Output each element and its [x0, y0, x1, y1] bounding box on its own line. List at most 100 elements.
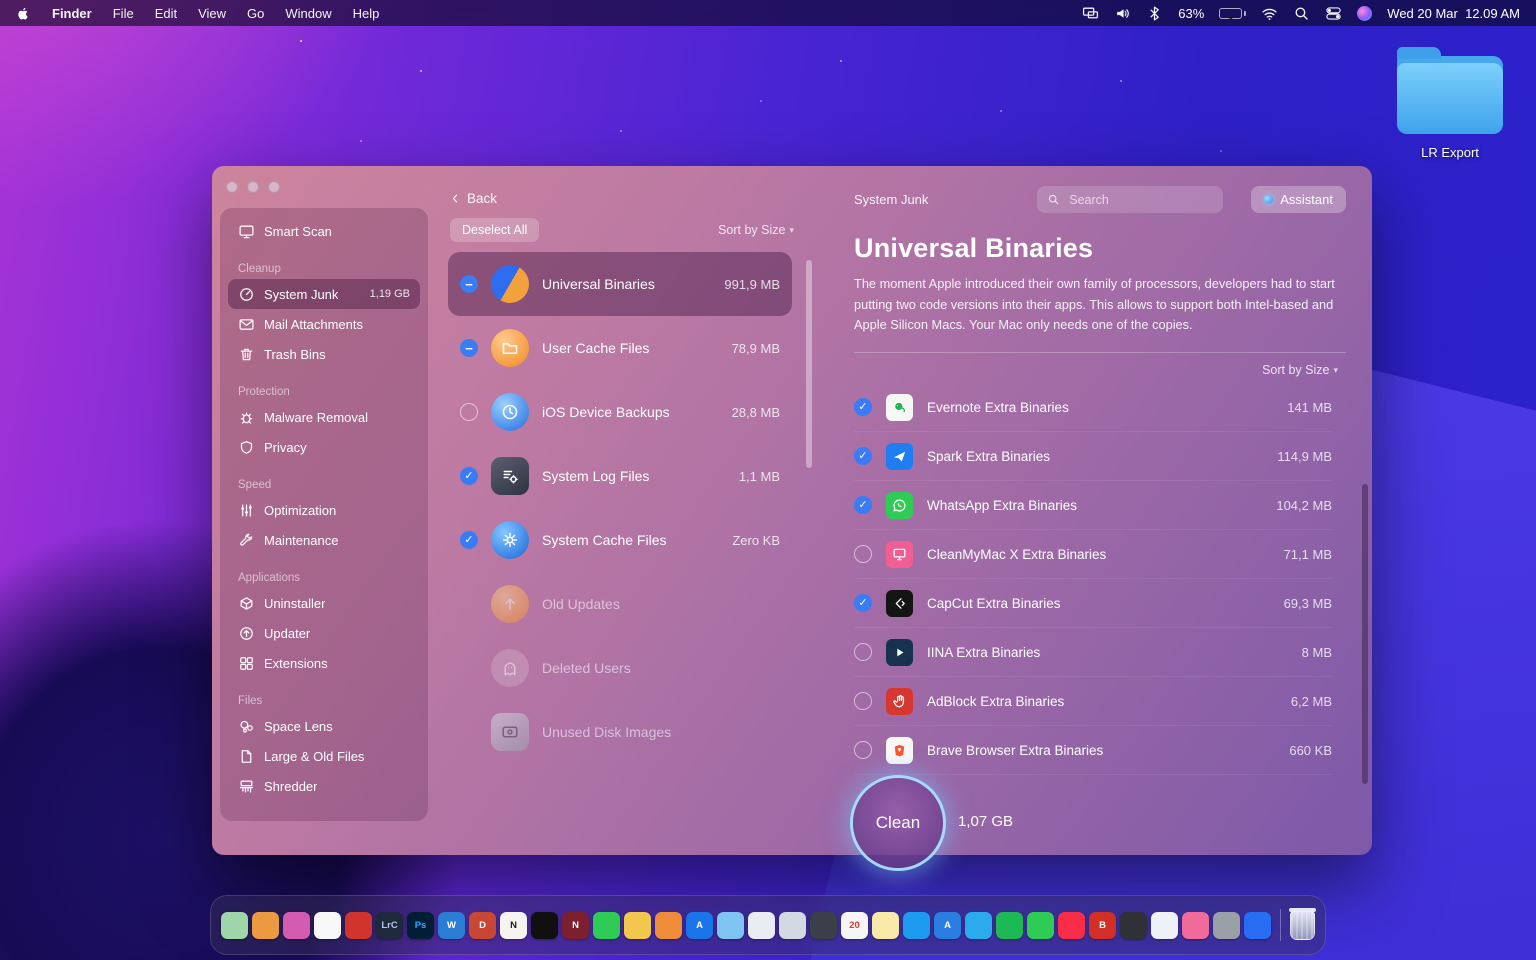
sidebar-item[interactable]: Trash Bins — [228, 339, 420, 369]
cleanup-category-row[interactable]: Deleted Users — [448, 636, 792, 700]
dock-icon-screen-app[interactable] — [221, 912, 248, 939]
binary-checkbox[interactable] — [854, 594, 872, 612]
desktop-folder-lr-export[interactable]: LR Export — [1388, 56, 1512, 160]
dock-icon-word[interactable]: W — [438, 912, 465, 939]
deselect-all-button[interactable]: Deselect All — [450, 218, 539, 242]
binary-row[interactable]: Evernote Extra Binaries 141 MB — [854, 383, 1332, 432]
dock-icon-bluetooth-app[interactable] — [1244, 912, 1271, 939]
binary-checkbox[interactable] — [854, 741, 872, 759]
binary-checkbox[interactable] — [854, 692, 872, 710]
dock-icon-red-d-app[interactable]: D — [469, 912, 496, 939]
sidebar-item[interactable]: Uninstaller — [228, 588, 420, 618]
binary-checkbox[interactable] — [854, 643, 872, 661]
dock-icon-activity-monitor[interactable] — [748, 912, 775, 939]
dock-icon-twitter[interactable] — [903, 912, 930, 939]
detail-scrollbar[interactable] — [1362, 484, 1368, 784]
volume-icon[interactable] — [1114, 5, 1131, 21]
dock-icon-whatsapp-2[interactable] — [1027, 912, 1054, 939]
binary-row[interactable]: Brave Browser Extra Binaries 660 KB — [854, 726, 1332, 775]
dock-icon-voice-memos[interactable] — [1120, 912, 1147, 939]
dock-icon-pencil-app[interactable] — [624, 912, 651, 939]
dock-icon-white-oval-app[interactable] — [1151, 912, 1178, 939]
dock-icon-apple-music[interactable] — [1058, 912, 1085, 939]
minimize-button[interactable] — [247, 181, 259, 193]
dock-icon-capcut[interactable] — [531, 912, 558, 939]
cleanup-category-row[interactable]: Unused Disk Images — [448, 700, 792, 764]
dock-icon-notion[interactable]: N — [500, 912, 527, 939]
binary-row[interactable]: CapCut Extra Binaries 69,3 MB — [854, 579, 1332, 628]
cleanup-category-row[interactable]: System Cache Files Zero KB — [448, 508, 792, 572]
trash-icon[interactable] — [1290, 911, 1315, 940]
binary-row[interactable]: AdBlock Extra Binaries 6,2 MB — [854, 677, 1332, 726]
dock-icon-red-circle-app[interactable] — [345, 912, 372, 939]
middle-scrollbar[interactable] — [806, 260, 812, 468]
menu-item[interactable]: Finder — [52, 6, 92, 21]
cleanup-category-row[interactable]: System Log Files 1,1 MB — [448, 444, 792, 508]
menu-item[interactable]: Help — [353, 6, 380, 21]
spotlight-icon[interactable] — [1293, 5, 1310, 21]
menu-item[interactable]: Edit — [155, 6, 177, 21]
dock-icon-app-store[interactable]: A — [686, 912, 713, 939]
dock-icon-whatsapp[interactable] — [593, 912, 620, 939]
screen-mirroring-icon[interactable] — [1082, 5, 1099, 21]
sidebar-item[interactable]: Mail Attachments — [228, 309, 420, 339]
cleanup-category-row[interactable]: Old Updates — [448, 572, 792, 636]
dock-icon-pink-photos-app[interactable] — [1182, 912, 1209, 939]
category-checkbox[interactable] — [460, 275, 478, 293]
sort-by-size-middle[interactable]: Sort by Size — [718, 223, 794, 237]
clean-button[interactable]: Clean — [853, 778, 943, 868]
sidebar-item[interactable]: Maintenance — [228, 525, 420, 555]
back-button[interactable]: Back — [450, 186, 814, 210]
category-checkbox[interactable] — [460, 403, 478, 421]
category-checkbox[interactable] — [460, 531, 478, 549]
dock-icon-light-blue-app[interactable] — [717, 912, 744, 939]
sort-by-size-detail[interactable]: Sort by Size — [1262, 363, 1338, 377]
dock-icon-maroon-n-app[interactable]: N — [562, 912, 589, 939]
dock-icon-settings[interactable] — [1213, 912, 1240, 939]
sidebar-item[interactable]: System Junk 1,19 GB — [228, 279, 420, 309]
category-checkbox[interactable] — [460, 339, 478, 357]
assistant-button[interactable]: Assistant — [1251, 186, 1346, 213]
dock-icon-orange-doc-app[interactable] — [655, 912, 682, 939]
menu-item[interactable]: File — [113, 6, 134, 21]
binary-row[interactable]: WhatsApp Extra Binaries 104,2 MB — [854, 481, 1332, 530]
dock-icon-calendar[interactable]: 20 — [841, 912, 868, 939]
menu-item[interactable]: View — [198, 6, 226, 21]
sidebar-item[interactable]: Malware Removal — [228, 402, 420, 432]
dock-icon-launchpad[interactable] — [252, 912, 279, 939]
dock-icon-blue-a-app[interactable]: A — [934, 912, 961, 939]
dock-icon-notes[interactable] — [872, 912, 899, 939]
menu-item[interactable]: Go — [247, 6, 264, 21]
cleanup-category-row[interactable]: Universal Binaries 991,9 MB — [448, 252, 792, 316]
cleanup-category-row[interactable]: iOS Device Backups 28,8 MB — [448, 380, 792, 444]
dock-icon-pink-app[interactable] — [283, 912, 310, 939]
binary-checkbox[interactable] — [854, 496, 872, 514]
binary-row[interactable]: Spark Extra Binaries 114,9 MB — [854, 432, 1332, 481]
siri-icon[interactable] — [1357, 6, 1372, 21]
dock-icon-ruler-app[interactable] — [779, 912, 806, 939]
sidebar-item[interactable]: Updater — [228, 618, 420, 648]
wifi-icon[interactable] — [1261, 5, 1278, 21]
binary-row[interactable]: CleanMyMac X Extra Binaries 71,1 MB — [854, 530, 1332, 579]
zoom-button[interactable] — [268, 181, 280, 193]
dock-icon-brave[interactable] — [314, 912, 341, 939]
binary-checkbox[interactable] — [854, 447, 872, 465]
menu-bar-clock[interactable]: Wed 20 Mar 12.09 AM — [1387, 6, 1520, 21]
binary-row[interactable]: IINA Extra Binaries 8 MB — [854, 628, 1332, 677]
sidebar-item[interactable]: Extensions — [228, 648, 420, 678]
close-button[interactable] — [226, 181, 238, 193]
dock-icon-calculator[interactable] — [810, 912, 837, 939]
sidebar-item[interactable]: Large & Old Files — [228, 741, 420, 771]
apple-menu-icon[interactable] — [16, 5, 31, 21]
cleanup-category-row[interactable]: User Cache Files 78,9 MB — [448, 316, 792, 380]
dock-icon-lightroom-classic[interactable]: LrC — [376, 912, 403, 939]
sidebar-item[interactable]: Shredder — [228, 771, 420, 801]
binary-checkbox[interactable] — [854, 545, 872, 563]
menu-item[interactable]: Window — [285, 6, 331, 21]
sidebar-item[interactable]: Space Lens — [228, 711, 420, 741]
binary-checkbox[interactable] — [854, 398, 872, 416]
dock-icon-telegram[interactable] — [965, 912, 992, 939]
search-input[interactable] — [1067, 192, 1213, 208]
dock-icon-spotify[interactable] — [996, 912, 1023, 939]
category-checkbox[interactable] — [460, 467, 478, 485]
